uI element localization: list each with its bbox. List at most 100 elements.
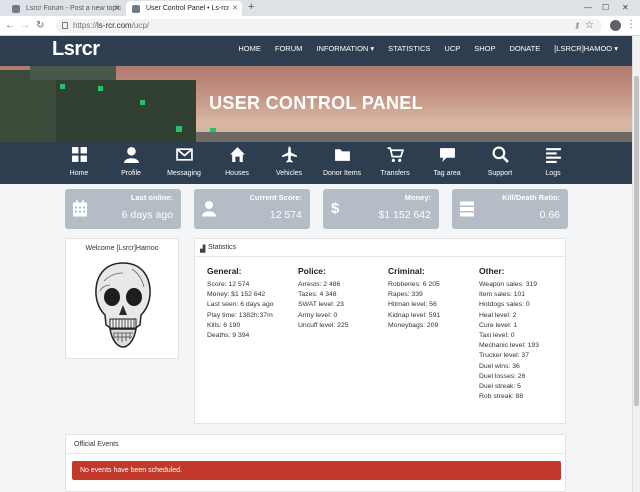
stats-column-general: General: Score: 12 574 Money: $1 152 642… bbox=[207, 266, 297, 341]
browser-tab-bar: Lsrcr Forum - Post a new topic ✕ User Co… bbox=[0, 0, 640, 16]
bookmark-star-icon[interactable]: ☆ bbox=[585, 20, 594, 31]
browser-tab-ucp[interactable]: User Control Panel • Ls-rcr ✕ bbox=[126, 1, 242, 16]
dollar-icon: $ bbox=[331, 200, 340, 217]
page-title: USER CONTROL PANEL bbox=[209, 93, 423, 113]
ucp-nav-home[interactable]: Home bbox=[54, 146, 104, 177]
browser-tab-forum[interactable]: Lsrcr Forum - Post a new topic ✕ bbox=[6, 1, 124, 16]
stat-row: Uncuff level: 225 bbox=[298, 321, 349, 329]
official-events-panel: Official Events No events have been sche… bbox=[65, 434, 566, 492]
menu-kebab-icon[interactable]: ⋮ bbox=[626, 19, 636, 30]
window-close-icon[interactable]: ✕ bbox=[622, 0, 629, 15]
maximize-icon[interactable]: ☐ bbox=[602, 0, 609, 15]
ucp-nav-label: Houses bbox=[225, 170, 249, 177]
ucp-nav-label: Tag area bbox=[433, 170, 461, 177]
banner-building bbox=[30, 66, 116, 80]
nav-home[interactable]: HOME bbox=[238, 36, 261, 66]
minimize-icon[interactable]: — bbox=[584, 0, 592, 15]
nav-shop[interactable]: SHOP bbox=[474, 36, 495, 66]
card-kill-death-ratio: Kill/Death Ratio: 0.66 bbox=[452, 189, 568, 229]
nav-information[interactable]: INFORMATION ▾ bbox=[316, 36, 374, 66]
tab-label: Lsrcr Forum - Post a new topic bbox=[26, 5, 122, 12]
banner-ground bbox=[196, 132, 632, 142]
stat-row: Arrests: 2 486 bbox=[298, 281, 341, 288]
ucp-nav-profile[interactable]: Profile bbox=[106, 146, 156, 177]
stat-row: Trucker level: 37 bbox=[479, 352, 529, 360]
grid-icon bbox=[71, 147, 87, 162]
ucp-nav-label: Transfers bbox=[380, 170, 410, 177]
stat-row: Cure level: 1 bbox=[479, 321, 518, 329]
card-last-online: Last online: 6 days ago bbox=[65, 189, 181, 229]
ucp-nav-label: Messaging bbox=[167, 170, 201, 177]
new-tab-icon[interactable]: + bbox=[248, 0, 254, 15]
ucp-nav-support[interactable]: Support bbox=[475, 146, 525, 177]
welcome-title: Welcome [Lsrcr]Hamoo bbox=[85, 245, 159, 252]
profile-avatar-icon[interactable] bbox=[610, 20, 621, 31]
forward-icon[interactable]: → bbox=[20, 19, 30, 32]
stat-row: Score: 12 574 bbox=[207, 281, 250, 288]
site-logo[interactable]: Lsrcr bbox=[52, 38, 100, 61]
events-header: Official Events bbox=[66, 435, 565, 454]
plane-icon bbox=[281, 146, 297, 163]
stat-row: Deaths: 9 394 bbox=[207, 332, 250, 340]
stat-row: Taxi level: 0 bbox=[479, 332, 515, 340]
favicon-icon bbox=[12, 5, 20, 13]
nav-user-menu[interactable]: [LSRCR]HAMOO ▾ bbox=[554, 36, 618, 66]
ucp-nav-label: Logs bbox=[545, 170, 561, 177]
card-title: Kill/Death Ratio: bbox=[502, 193, 560, 202]
user-icon bbox=[123, 147, 139, 163]
card-title: Money: bbox=[404, 193, 431, 202]
nav-forum[interactable]: FORUM bbox=[275, 36, 303, 66]
no-events-alert: No events have been scheduled. bbox=[72, 461, 561, 480]
stats-column-other: Other: Weapon sales: 319 Item sales: 101… bbox=[479, 266, 569, 402]
page-banner: USER CONTROL PANEL bbox=[0, 66, 632, 142]
bar-chart-icon: ▟ bbox=[200, 246, 206, 253]
stat-row: Hotdogs sales: 0 bbox=[479, 301, 530, 309]
list-icon bbox=[545, 148, 561, 163]
user-icon bbox=[202, 201, 216, 217]
favicon-icon bbox=[132, 5, 140, 13]
statistics-header: ▟ Statistics bbox=[195, 239, 565, 257]
key-icon[interactable]: ⚷ bbox=[574, 21, 580, 30]
scrollbar-thumb[interactable] bbox=[634, 76, 639, 406]
lock-icon bbox=[62, 22, 68, 29]
nav-statistics[interactable]: STATISTICS bbox=[388, 36, 430, 66]
card-money: $ Money: $1 152 642 bbox=[323, 189, 439, 229]
ucp-nav-vehicles[interactable]: Vehicles bbox=[264, 146, 314, 177]
stats-column-criminal: Criminal: Robberies: 6 205 Rapes: 339 Hi… bbox=[388, 266, 478, 331]
address-bar[interactable]: https://ls-rcr.com/ucp/ ⚷ ☆ bbox=[56, 19, 602, 33]
calendar-icon bbox=[73, 200, 87, 217]
stat-row: Robberies: 6 205 bbox=[388, 281, 440, 288]
stat-row: Rapes: 339 bbox=[388, 291, 423, 299]
stat-row: Duel losses: 26 bbox=[479, 372, 526, 380]
nav-donate[interactable]: DONATE bbox=[510, 36, 541, 66]
site-header: Lsrcr HOME FORUM INFORMATION ▾ STATISTIC… bbox=[0, 36, 632, 66]
column-heading: Criminal: bbox=[388, 266, 425, 276]
ucp-nav-label: Donor Items bbox=[322, 170, 362, 177]
tab-label: User Control Panel • Ls-rcr bbox=[146, 5, 230, 12]
nav-ucp[interactable]: UCP bbox=[444, 36, 460, 66]
ucp-nav-logs[interactable]: Logs bbox=[528, 146, 578, 177]
back-icon[interactable]: ← bbox=[5, 19, 15, 32]
reload-icon[interactable]: ↻ bbox=[36, 19, 44, 32]
ucp-nav-houses[interactable]: Houses bbox=[212, 146, 262, 177]
stat-row: Kidnap level: 591 bbox=[388, 311, 441, 319]
card-title: Last online: bbox=[130, 193, 173, 202]
folder-icon bbox=[334, 149, 350, 161]
card-value: 0.66 bbox=[539, 209, 560, 221]
card-value: 6 days ago bbox=[121, 209, 173, 221]
ucp-nav-donor-items[interactable]: Donor Items bbox=[317, 146, 367, 177]
tab-close-icon[interactable]: ✕ bbox=[114, 1, 120, 16]
tab-close-icon[interactable]: ✕ bbox=[232, 1, 238, 16]
ucp-nav-messaging[interactable]: Messaging bbox=[159, 146, 209, 177]
stat-row: Heal level: 2 bbox=[479, 311, 517, 319]
stat-row: Rob streak: 88 bbox=[479, 393, 524, 401]
stat-row: Play time: 1382h:37m bbox=[207, 311, 273, 319]
ucp-nav-transfers[interactable]: Transfers bbox=[370, 146, 420, 177]
stat-row: Duel wins: 36 bbox=[479, 362, 520, 370]
stat-row: Moneybags: 209 bbox=[388, 321, 439, 329]
page-scrollbar[interactable] bbox=[632, 36, 640, 492]
stat-row: Last seen: 6 days ago bbox=[207, 301, 274, 309]
ucp-nav-tag-area[interactable]: Tag area bbox=[422, 146, 472, 177]
ucp-nav-label: Vehicles bbox=[275, 170, 303, 177]
ucp-nav-label: Profile bbox=[121, 170, 141, 177]
